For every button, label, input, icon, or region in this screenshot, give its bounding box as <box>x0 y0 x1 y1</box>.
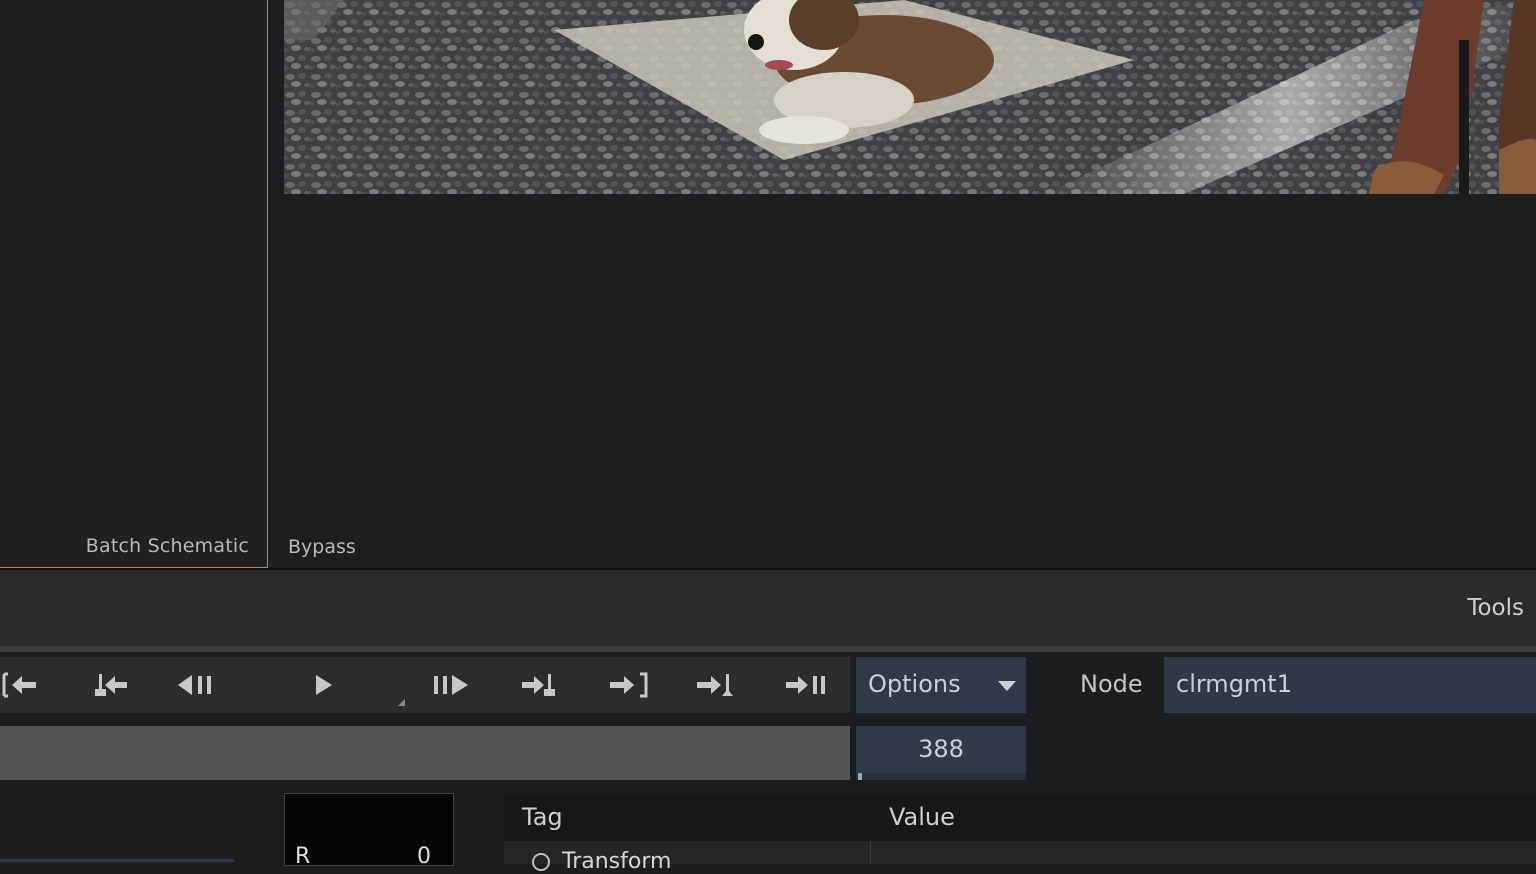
go-to-out-icon <box>610 672 648 698</box>
node-name-field[interactable]: clrmgmt1 <box>1164 657 1536 713</box>
play-icon <box>316 675 332 695</box>
column-separator <box>870 841 871 864</box>
table-header: Tag Value <box>504 793 1536 841</box>
go-to-start-button[interactable] <box>0 657 50 713</box>
previous-keyframe-icon <box>95 674 127 696</box>
go-to-mark-icon <box>697 674 733 696</box>
step-back-button[interactable] <box>166 657 226 713</box>
next-keyframe-icon <box>522 674 555 696</box>
chevron-down-icon <box>998 681 1016 691</box>
go-to-end-button[interactable] <box>776 657 836 713</box>
frame-slider-track[interactable] <box>856 773 1026 780</box>
swatch-channel-value: 0 <box>417 844 431 869</box>
play-button[interactable] <box>294 657 354 713</box>
batch-schematic-label: Batch Schematic <box>85 535 249 557</box>
node-name-value: clrmgmt1 <box>1176 670 1292 698</box>
column-header-value[interactable]: Value <box>889 803 955 831</box>
previous-keyframe-button[interactable] <box>77 657 137 713</box>
bypass-label[interactable]: Bypass <box>288 536 356 558</box>
color-swatch: R 0 <box>284 793 454 869</box>
step-forward-icon <box>434 675 468 695</box>
go-to-out-button[interactable] <box>600 657 660 713</box>
options-label: Options <box>868 670 961 698</box>
frame-number-field[interactable]: 388 <box>856 726 1026 773</box>
swatch-channel-label: R <box>295 844 311 869</box>
next-keyframe-button[interactable] <box>512 657 572 713</box>
node-label: Node <box>1080 670 1143 698</box>
go-to-end-icon <box>786 676 825 694</box>
tools-bar: Tools <box>0 570 1536 646</box>
tools-separator <box>0 646 1536 652</box>
frame-slider-thumb[interactable] <box>858 773 862 780</box>
transport-controls <box>0 657 850 713</box>
go-to-start-icon <box>2 672 36 698</box>
go-to-mark-button[interactable] <box>687 657 747 713</box>
tools-label[interactable]: Tools <box>1467 595 1524 621</box>
timeline-bar[interactable] <box>0 726 850 780</box>
tag-value-table: Tag Value Transform <box>504 793 1536 874</box>
viewer-image <box>284 0 1536 194</box>
column-header-tag[interactable]: Tag <box>522 803 563 831</box>
table-row-tag[interactable]: Transform <box>562 849 671 874</box>
row-expand-radio[interactable] <box>532 853 550 871</box>
step-forward-button[interactable] <box>422 657 482 713</box>
selection-indicator <box>0 859 234 862</box>
frame-number-value: 388 <box>918 735 964 763</box>
step-back-icon <box>178 675 211 695</box>
viewer-panel[interactable]: Bypass <box>268 0 1536 568</box>
options-dropdown[interactable]: Options <box>856 657 1026 713</box>
batch-schematic-panel[interactable]: Batch Schematic <box>0 0 268 568</box>
play-options-corner[interactable] <box>398 699 405 706</box>
